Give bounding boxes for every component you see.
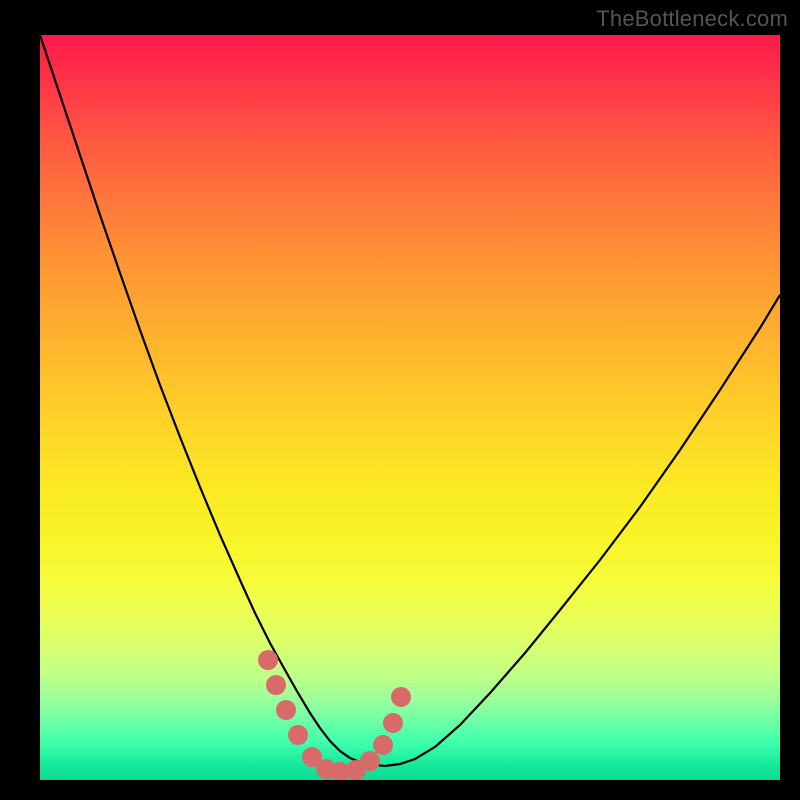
marker-point <box>266 675 286 695</box>
bottleneck-curve <box>40 35 780 766</box>
chart-plot-area <box>40 35 780 780</box>
marker-point <box>391 687 411 707</box>
marker-points <box>258 650 411 780</box>
chart-svg <box>40 35 780 780</box>
marker-point <box>383 713 403 733</box>
watermark-text: TheBottleneck.com <box>596 6 788 32</box>
marker-point <box>360 751 380 771</box>
marker-point <box>258 650 278 670</box>
marker-point <box>276 700 296 720</box>
marker-point <box>288 725 308 745</box>
marker-point <box>373 735 393 755</box>
